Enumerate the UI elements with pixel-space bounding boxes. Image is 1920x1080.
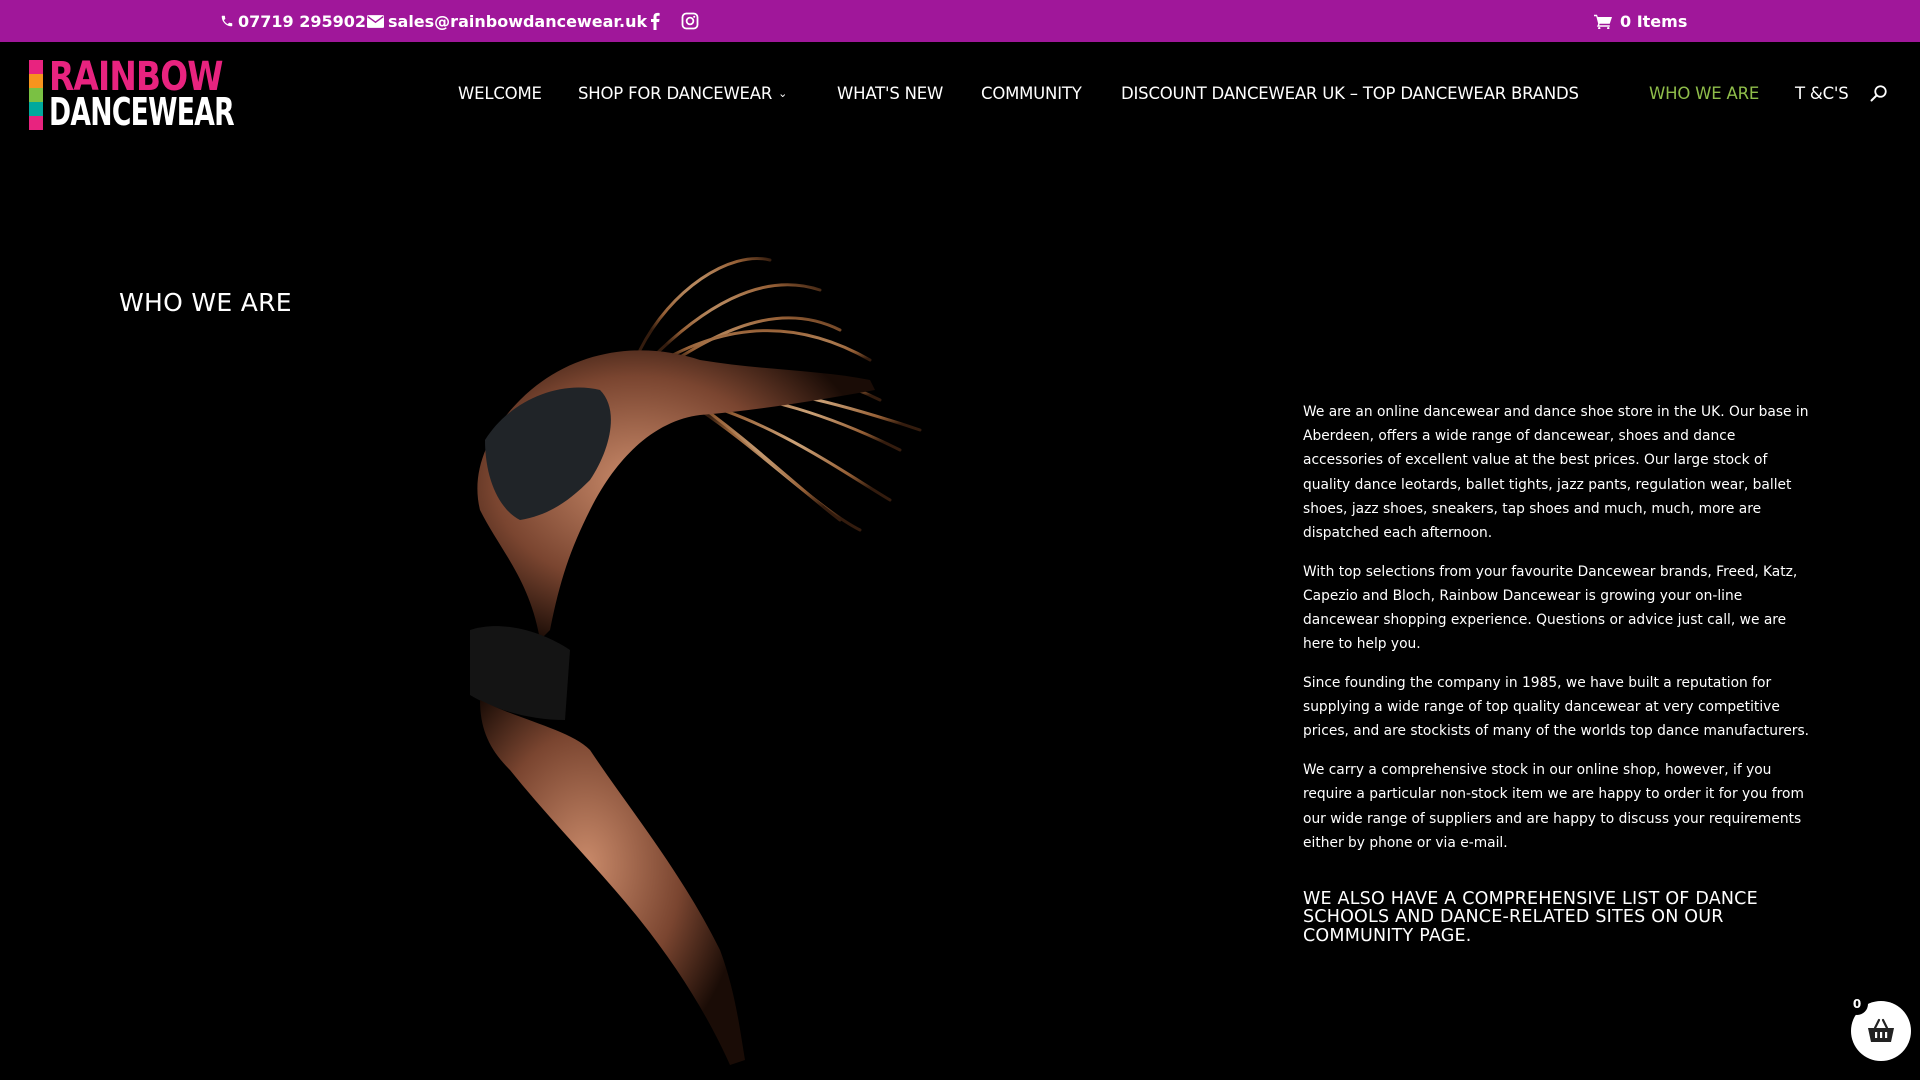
instagram-icon xyxy=(681,12,699,30)
cart-count-badge: 0 xyxy=(1846,993,1868,1015)
logo-text-dancewear: DANCEWEAR xyxy=(49,90,235,134)
about-paragraph: Since founding the company in 1985, we h… xyxy=(1303,675,1810,740)
nav-label: DISCOUNT DANCEWEAR UK – TOP DANCEWEAR BR… xyxy=(1121,83,1579,103)
facebook-link[interactable] xyxy=(650,0,664,42)
phone-link[interactable]: 07719 295902 xyxy=(220,0,366,42)
dancer-legs xyxy=(480,700,745,1065)
page-title: WHO WE ARE xyxy=(119,288,292,317)
cart-count-label: 0 Items xyxy=(1620,11,1688,31)
email-link[interactable]: sales@rainbowdancewear.uk xyxy=(367,0,647,42)
search-icon xyxy=(1870,85,1887,102)
search-button[interactable] xyxy=(1870,84,1888,106)
logo-color-bars xyxy=(29,60,43,130)
about-content: We are an online dancewear and dance sho… xyxy=(1303,400,1818,945)
nav-label: WHO WE ARE xyxy=(1649,83,1760,103)
community-heading: WE ALSO HAVE A COMPREHENSIVE LIST OF DAN… xyxy=(1303,888,1758,946)
cart-icon xyxy=(1594,14,1612,29)
nav-label: SHOP FOR DANCEWEAR xyxy=(578,83,773,103)
logo-bar xyxy=(29,88,43,102)
nav-item-whats-new[interactable]: WHAT'S NEW xyxy=(837,78,943,108)
envelope-icon xyxy=(367,14,384,28)
facebook-icon xyxy=(651,12,660,30)
main-header xyxy=(0,42,1920,148)
about-paragraph: With top selections from your favourite … xyxy=(1303,563,1798,653)
site-logo[interactable]: RAINBOW DANCEWEAR xyxy=(29,54,235,134)
about-paragraph: We carry a comprehensive stock in our on… xyxy=(1303,762,1804,851)
phone-number: 07719 295902 xyxy=(238,11,367,31)
nav-item-who-we-are[interactable]: WHO WE ARE xyxy=(1649,78,1759,108)
logo-bar xyxy=(29,60,43,74)
nav-item-welcome[interactable]: WELCOME xyxy=(458,78,542,108)
about-paragraph: We are an online dancewear and dance sho… xyxy=(1303,404,1809,542)
basket-icon xyxy=(1868,1018,1894,1042)
cart-link[interactable]: 0 Items xyxy=(1594,0,1687,42)
email-address: sales@rainbowdancewear.uk xyxy=(388,11,648,31)
nav-label: T &C'S xyxy=(1795,83,1849,103)
nav-label: WELCOME xyxy=(458,83,542,103)
dancer-hero-image xyxy=(470,257,922,1065)
logo-bar xyxy=(29,74,43,88)
nav-item-discount-dancewear[interactable]: DISCOUNT DANCEWEAR UK – TOP DANCEWEAR BR… xyxy=(1121,78,1579,108)
nav-item-shop-for-dancewear[interactable]: SHOP FOR DANCEWEAR ⌄ xyxy=(578,78,787,108)
nav-label: WHAT'S NEW xyxy=(837,83,944,103)
instagram-link[interactable] xyxy=(681,0,703,42)
phone-icon xyxy=(221,15,233,27)
nav-item-community[interactable]: COMMUNITY xyxy=(981,78,1082,108)
nav-label: COMMUNITY xyxy=(981,83,1082,103)
nav-item-terms[interactable]: T &C'S xyxy=(1795,78,1849,108)
logo-bar xyxy=(29,116,43,130)
logo-bar xyxy=(29,102,43,116)
chevron-down-icon: ⌄ xyxy=(778,86,788,100)
top-bar: 07719 295902 sales@rainbowdancewear.uk 0… xyxy=(0,0,1920,42)
